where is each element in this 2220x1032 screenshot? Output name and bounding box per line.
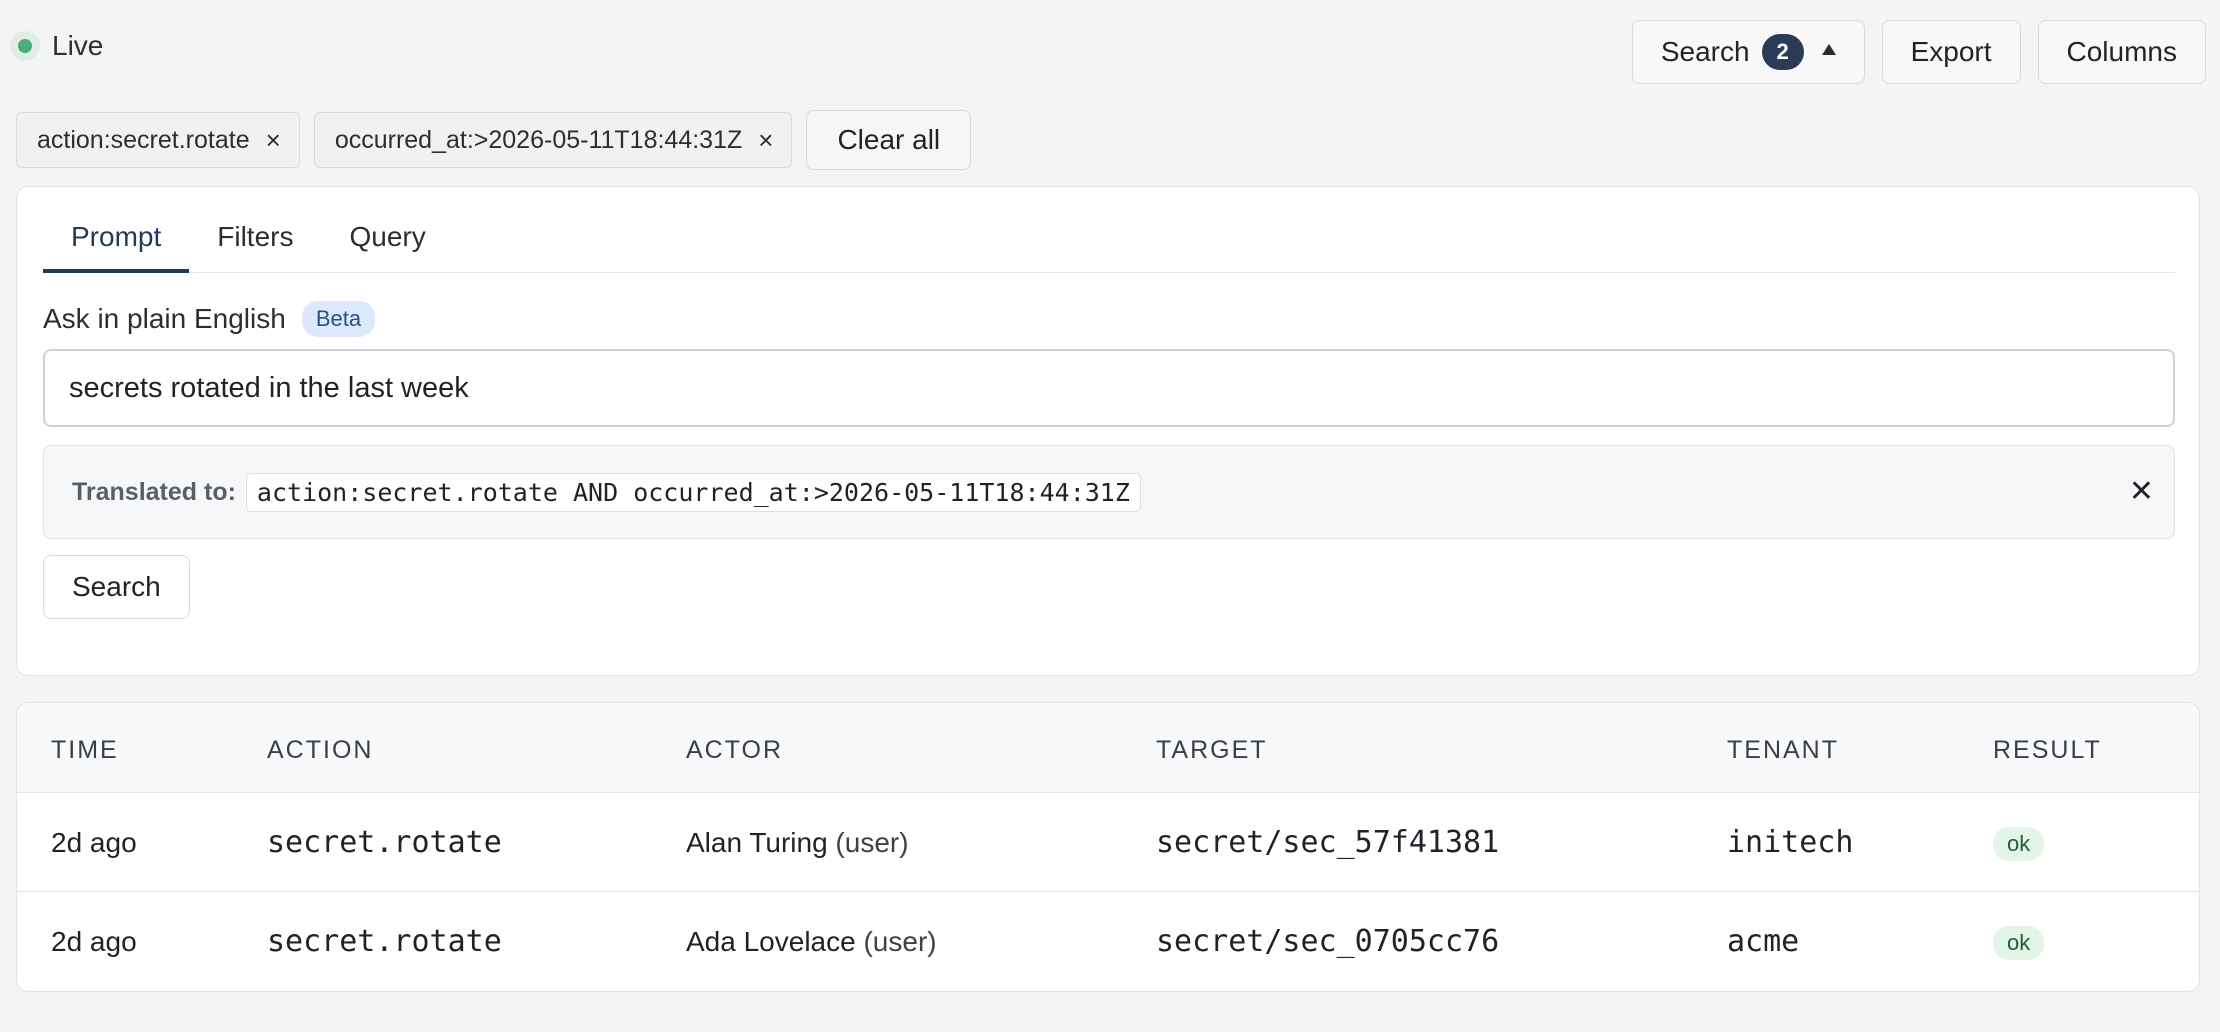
toolbar-actions: Search 2 Export Columns: [1631, 20, 2206, 84]
prompt-heading: Ask in plain English Beta: [43, 301, 376, 337]
translated-query-box: Translated to: action:secret.rotate AND …: [43, 445, 2175, 539]
column-header-result[interactable]: RESULT: [1993, 736, 2102, 765]
actor-type: (user): [863, 926, 937, 957]
columns-button[interactable]: Columns: [2037, 20, 2206, 84]
column-header-action[interactable]: ACTION: [267, 736, 373, 765]
cell-time: 2d ago: [51, 827, 137, 858]
prompt-heading-label: Ask in plain English: [43, 303, 286, 334]
actor-name: Alan Turing: [686, 827, 828, 858]
result-badge: ok: [1993, 926, 2045, 960]
translated-query: action:secret.rotate AND occurred_at:>20…: [245, 472, 1141, 512]
tab-filters[interactable]: Filters: [189, 187, 321, 273]
cell-target: secret/sec_0705cc76: [1156, 924, 1500, 959]
table-row[interactable]: 2d ago secret.rotate Ada Lovelace (user)…: [17, 892, 2199, 991]
search-panel: Prompt Filters Query Ask in plain Englis…: [16, 186, 2200, 676]
filter-chip-label: action:secret.rotate: [37, 125, 250, 154]
close-icon[interactable]: ✕: [2129, 474, 2154, 509]
tab-prompt[interactable]: Prompt: [43, 187, 190, 273]
export-button[interactable]: Export: [1881, 20, 2021, 84]
column-header-time[interactable]: TIME: [51, 736, 119, 765]
actor-name: Ada Lovelace: [686, 926, 856, 957]
cell-actor: Ada Lovelace (user): [686, 926, 937, 958]
filter-chip-label: occurred_at:>2026-05-11T18:44:31Z: [334, 125, 743, 154]
live-indicator: Live: [10, 30, 103, 62]
top-bar: Live Search 2 Export Columns: [0, 0, 2220, 104]
live-label: Live: [52, 30, 104, 61]
caret-up-icon: [1821, 43, 1836, 55]
cell-action: secret.rotate: [267, 825, 502, 860]
results-table: TIME ACTION ACTOR TARGET TENANT RESULT 2…: [16, 702, 2200, 992]
column-header-target[interactable]: TARGET: [1156, 736, 1268, 765]
remove-chip-icon[interactable]: ×: [266, 127, 281, 153]
beta-badge: Beta: [301, 301, 376, 337]
cell-tenant: acme: [1727, 924, 1800, 959]
prompt-input[interactable]: [43, 349, 2175, 427]
cell-time: 2d ago: [51, 926, 137, 957]
translated-label: Translated to:: [72, 477, 236, 506]
search-toggle-button[interactable]: Search 2: [1631, 20, 1865, 84]
column-header-tenant[interactable]: TENANT: [1727, 736, 1839, 765]
result-badge: ok: [1993, 827, 2045, 861]
tab-query[interactable]: Query: [321, 187, 453, 273]
table-row[interactable]: 2d ago secret.rotate Alan Turing (user) …: [17, 793, 2199, 892]
cell-target: secret/sec_57f41381: [1156, 825, 1500, 860]
cell-actor: Alan Turing (user): [686, 827, 909, 859]
filter-chip: action:secret.rotate ×: [16, 112, 300, 168]
search-button[interactable]: Search: [43, 555, 190, 619]
search-toggle-label: Search: [1660, 36, 1750, 67]
live-status-icon: [10, 31, 40, 61]
clear-all-button[interactable]: Clear all: [806, 110, 972, 170]
filter-chip: occurred_at:>2026-05-11T18:44:31Z ×: [313, 112, 793, 168]
table-header: TIME ACTION ACTOR TARGET TENANT RESULT: [17, 703, 2199, 793]
cell-action: secret.rotate: [267, 924, 502, 959]
search-tabs: Prompt Filters Query: [43, 187, 2175, 273]
column-header-actor[interactable]: ACTOR: [686, 736, 783, 765]
cell-tenant: initech: [1727, 825, 1854, 860]
remove-chip-icon[interactable]: ×: [758, 127, 773, 153]
actor-type: (user): [835, 827, 909, 858]
active-filter-count-badge: 2: [1761, 34, 1804, 70]
filter-chips: action:secret.rotate × occurred_at:>2026…: [16, 110, 972, 170]
